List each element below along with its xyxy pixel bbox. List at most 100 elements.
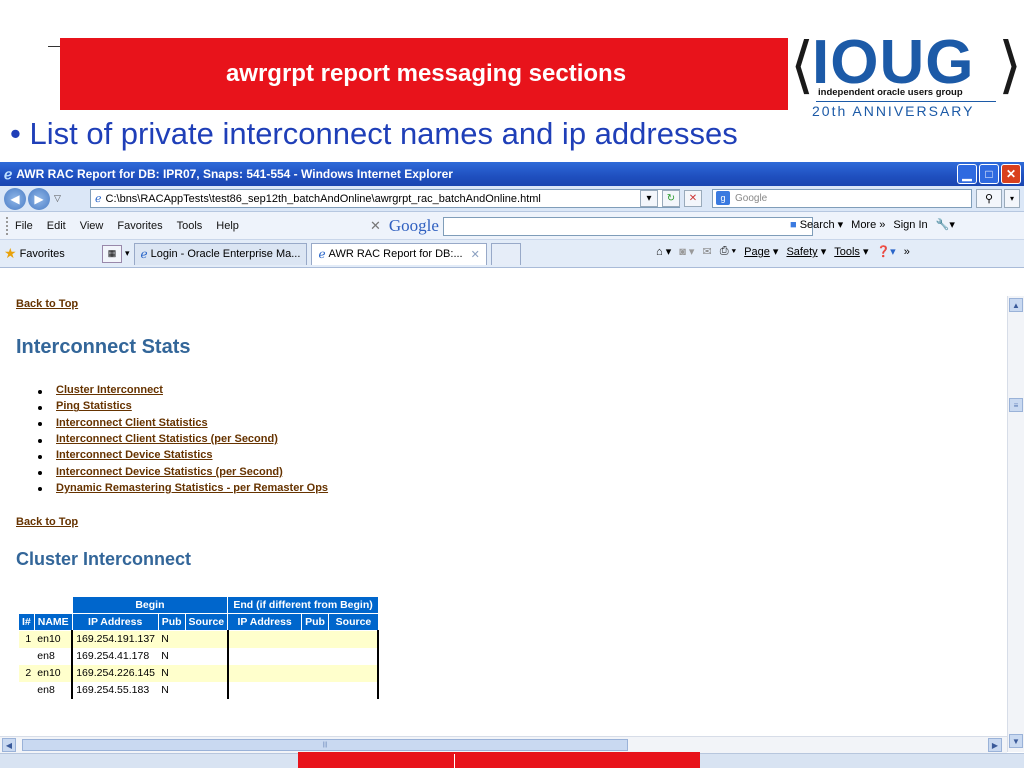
tab-list-dropdown-icon[interactable]: ▾ <box>125 248 130 259</box>
quick-tabs-icon[interactable]: ▦ <box>102 244 122 263</box>
more-button[interactable]: More » <box>851 219 885 231</box>
link-ping-statistics[interactable]: Ping Statistics <box>56 400 132 412</box>
table-corner <box>34 597 72 614</box>
col-begin-pub: Pub <box>157 613 186 631</box>
page-menu[interactable]: Page ▾ <box>744 245 778 258</box>
search-go-icon[interactable]: ⚲ <box>976 189 1002 208</box>
slide-bullet-text: List of private interconnect names and i… <box>29 116 738 151</box>
forward-arrow-icon[interactable]: ▶ <box>28 187 50 210</box>
link-client-statistics[interactable]: Interconnect Client Statistics <box>56 417 208 429</box>
cell-ip: 169.254.191.137 <box>71 630 159 648</box>
interconnect-table: Begin End (if different from Begin) I# N… <box>18 596 380 699</box>
scroll-up-icon[interactable]: ▲ <box>1009 298 1023 312</box>
list-item: Ping Statistics <box>38 398 328 414</box>
close-button[interactable]: ✕ <box>1001 164 1021 184</box>
menu-file[interactable]: File <box>15 220 33 232</box>
link-device-statistics-per-second[interactable]: Interconnect Device Statistics (per Seco… <box>56 466 283 478</box>
safety-menu-label: Safety <box>786 246 818 258</box>
stop-icon[interactable]: ✕ <box>684 190 702 207</box>
command-bar: ⌂ ▾ ◙ ▾ ✉ ⎙ ▾ Page ▾ Safety ▾ Tools ▾ ❓▾… <box>656 245 910 258</box>
maximize-button[interactable]: □ <box>979 164 999 184</box>
minimize-button[interactable]: ▁ <box>957 164 977 184</box>
tab-awr-report[interactable]: ℯ AWR RAC Report for DB:... ✕ <box>311 242 487 265</box>
url-dropdown-icon[interactable]: ▾ <box>640 190 658 207</box>
cell-end-pub <box>301 630 329 648</box>
cell-name: en10 <box>34 630 73 648</box>
cell-source <box>185 682 228 699</box>
scroll-right-icon[interactable]: ▶ <box>988 738 1002 752</box>
scroll-thumb-horizontal[interactable]: ||| <box>22 739 628 751</box>
tools-menu[interactable]: Tools ▾ <box>834 245 868 258</box>
new-tab-button[interactable] <box>490 242 521 265</box>
cell-end-ip <box>226 664 302 682</box>
google-toolbar-input[interactable] <box>442 216 813 236</box>
col-end-source: Source <box>327 613 379 631</box>
cell-pub: N <box>158 664 186 682</box>
cell-end-pub <box>302 682 329 699</box>
horizontal-scrollbar[interactable]: ◀ ||| ▶ <box>0 736 1007 753</box>
feeds-icon[interactable]: ◙ ▾ <box>679 245 694 258</box>
home-icon[interactable]: ⌂ ▾ <box>656 245 671 258</box>
overflow-chevron-icon[interactable]: » <box>904 246 910 258</box>
link-client-statistics-per-second[interactable]: Interconnect Client Statistics (per Seco… <box>56 433 278 445</box>
cell-instance <box>19 682 35 699</box>
url-text: C:\bns\RACAppTests\test86_sep12th_batchA… <box>105 192 541 205</box>
wrench-icon[interactable]: 🔧▾ <box>936 218 955 231</box>
bullet-dot <box>38 422 42 427</box>
search-options-icon[interactable]: ▾ <box>1004 189 1020 208</box>
tab-close-icon[interactable]: ✕ <box>471 248 480 261</box>
col-name: NAME <box>33 613 73 631</box>
tab-bar: ★ Favorites ▦ ▾ ℯ Login - Oracle Enterpr… <box>0 240 1024 268</box>
search-placeholder: Google <box>735 193 768 204</box>
cell-instance <box>19 648 35 665</box>
back-arrow-icon[interactable]: ◀ <box>4 187 26 210</box>
sign-in-button[interactable]: Sign In <box>893 219 927 231</box>
table-row: en8 169.254.41.178 N <box>19 647 380 665</box>
menu-view[interactable]: View <box>80 220 104 232</box>
safety-menu[interactable]: Safety ▾ <box>786 245 826 258</box>
link-device-statistics[interactable]: Interconnect Device Statistics <box>56 449 213 461</box>
col-end-pub: Pub <box>301 613 329 631</box>
mail-icon[interactable]: ✉ <box>702 245 711 258</box>
tools-menu-label: Tools <box>834 246 860 258</box>
help-icon[interactable]: ❓▾ <box>876 245 895 258</box>
title-bar[interactable]: ℯ AWR RAC Report for DB: IPR07, Snaps: 5… <box>0 162 1024 186</box>
cell-name: en8 <box>37 650 55 662</box>
url-input[interactable]: ℯ C:\bns\RACAppTests\test86_sep12th_batc… <box>90 189 680 208</box>
section-link-list: Cluster Interconnect Ping Statistics Int… <box>38 382 328 496</box>
scroll-down-icon[interactable]: ▼ <box>1009 734 1023 748</box>
scroll-left-icon[interactable]: ◀ <box>2 738 16 752</box>
cell-pub: N <box>158 630 186 648</box>
bullet-dot <box>38 438 42 443</box>
slide-title: awrgrpt report messaging sections <box>225 60 627 87</box>
back-to-top-link[interactable]: Back to Top <box>16 298 78 310</box>
back-to-top-link[interactable]: Back to Top <box>16 516 78 528</box>
refresh-icon[interactable]: ↻ <box>662 190 680 207</box>
vertical-scrollbar[interactable]: ▲ ≡ ▼ <box>1007 296 1024 752</box>
menu-tools[interactable]: Tools <box>177 220 203 232</box>
favorites-button[interactable]: ★ Favorites <box>4 245 94 262</box>
slide-bullet: • List of private interconnect names and… <box>10 116 738 151</box>
slide-banner: awrgrpt report messaging sections <box>60 38 788 110</box>
toolbar-close-icon[interactable]: ✕ <box>370 218 381 234</box>
history-dropdown-icon[interactable]: ▽ <box>54 193 61 204</box>
cell-source <box>185 664 228 682</box>
search-input[interactable]: g Google <box>712 189 972 208</box>
bullet-dot <box>38 471 42 476</box>
menu-help[interactable]: Help <box>216 220 239 232</box>
google-logo: Google <box>388 216 439 235</box>
link-cluster-interconnect[interactable]: Cluster Interconnect <box>56 384 163 396</box>
tab-awr-label: AWR RAC Report for DB:... <box>328 248 463 260</box>
tab-login[interactable]: ℯ Login - Oracle Enterprise Ma... <box>133 242 308 265</box>
menu-edit[interactable]: Edit <box>47 220 66 232</box>
bullet-dot <box>38 487 42 492</box>
footer-divider <box>454 754 455 768</box>
table-row: en8 169.254.55.183 N <box>19 681 380 699</box>
print-icon[interactable]: ⎙ ▾ <box>720 245 736 258</box>
scroll-thumb[interactable]: ≡ <box>1009 398 1023 412</box>
menu-favorites[interactable]: Favorites <box>117 220 162 232</box>
google-search-button[interactable]: ■ Search ▾ <box>790 218 843 231</box>
cell-end-ip <box>226 681 302 699</box>
link-dynamic-remastering[interactable]: Dynamic Remastering Statistics - per Rem… <box>56 482 328 494</box>
table-row: 1 en10 169.254.191.137 N <box>18 630 380 648</box>
